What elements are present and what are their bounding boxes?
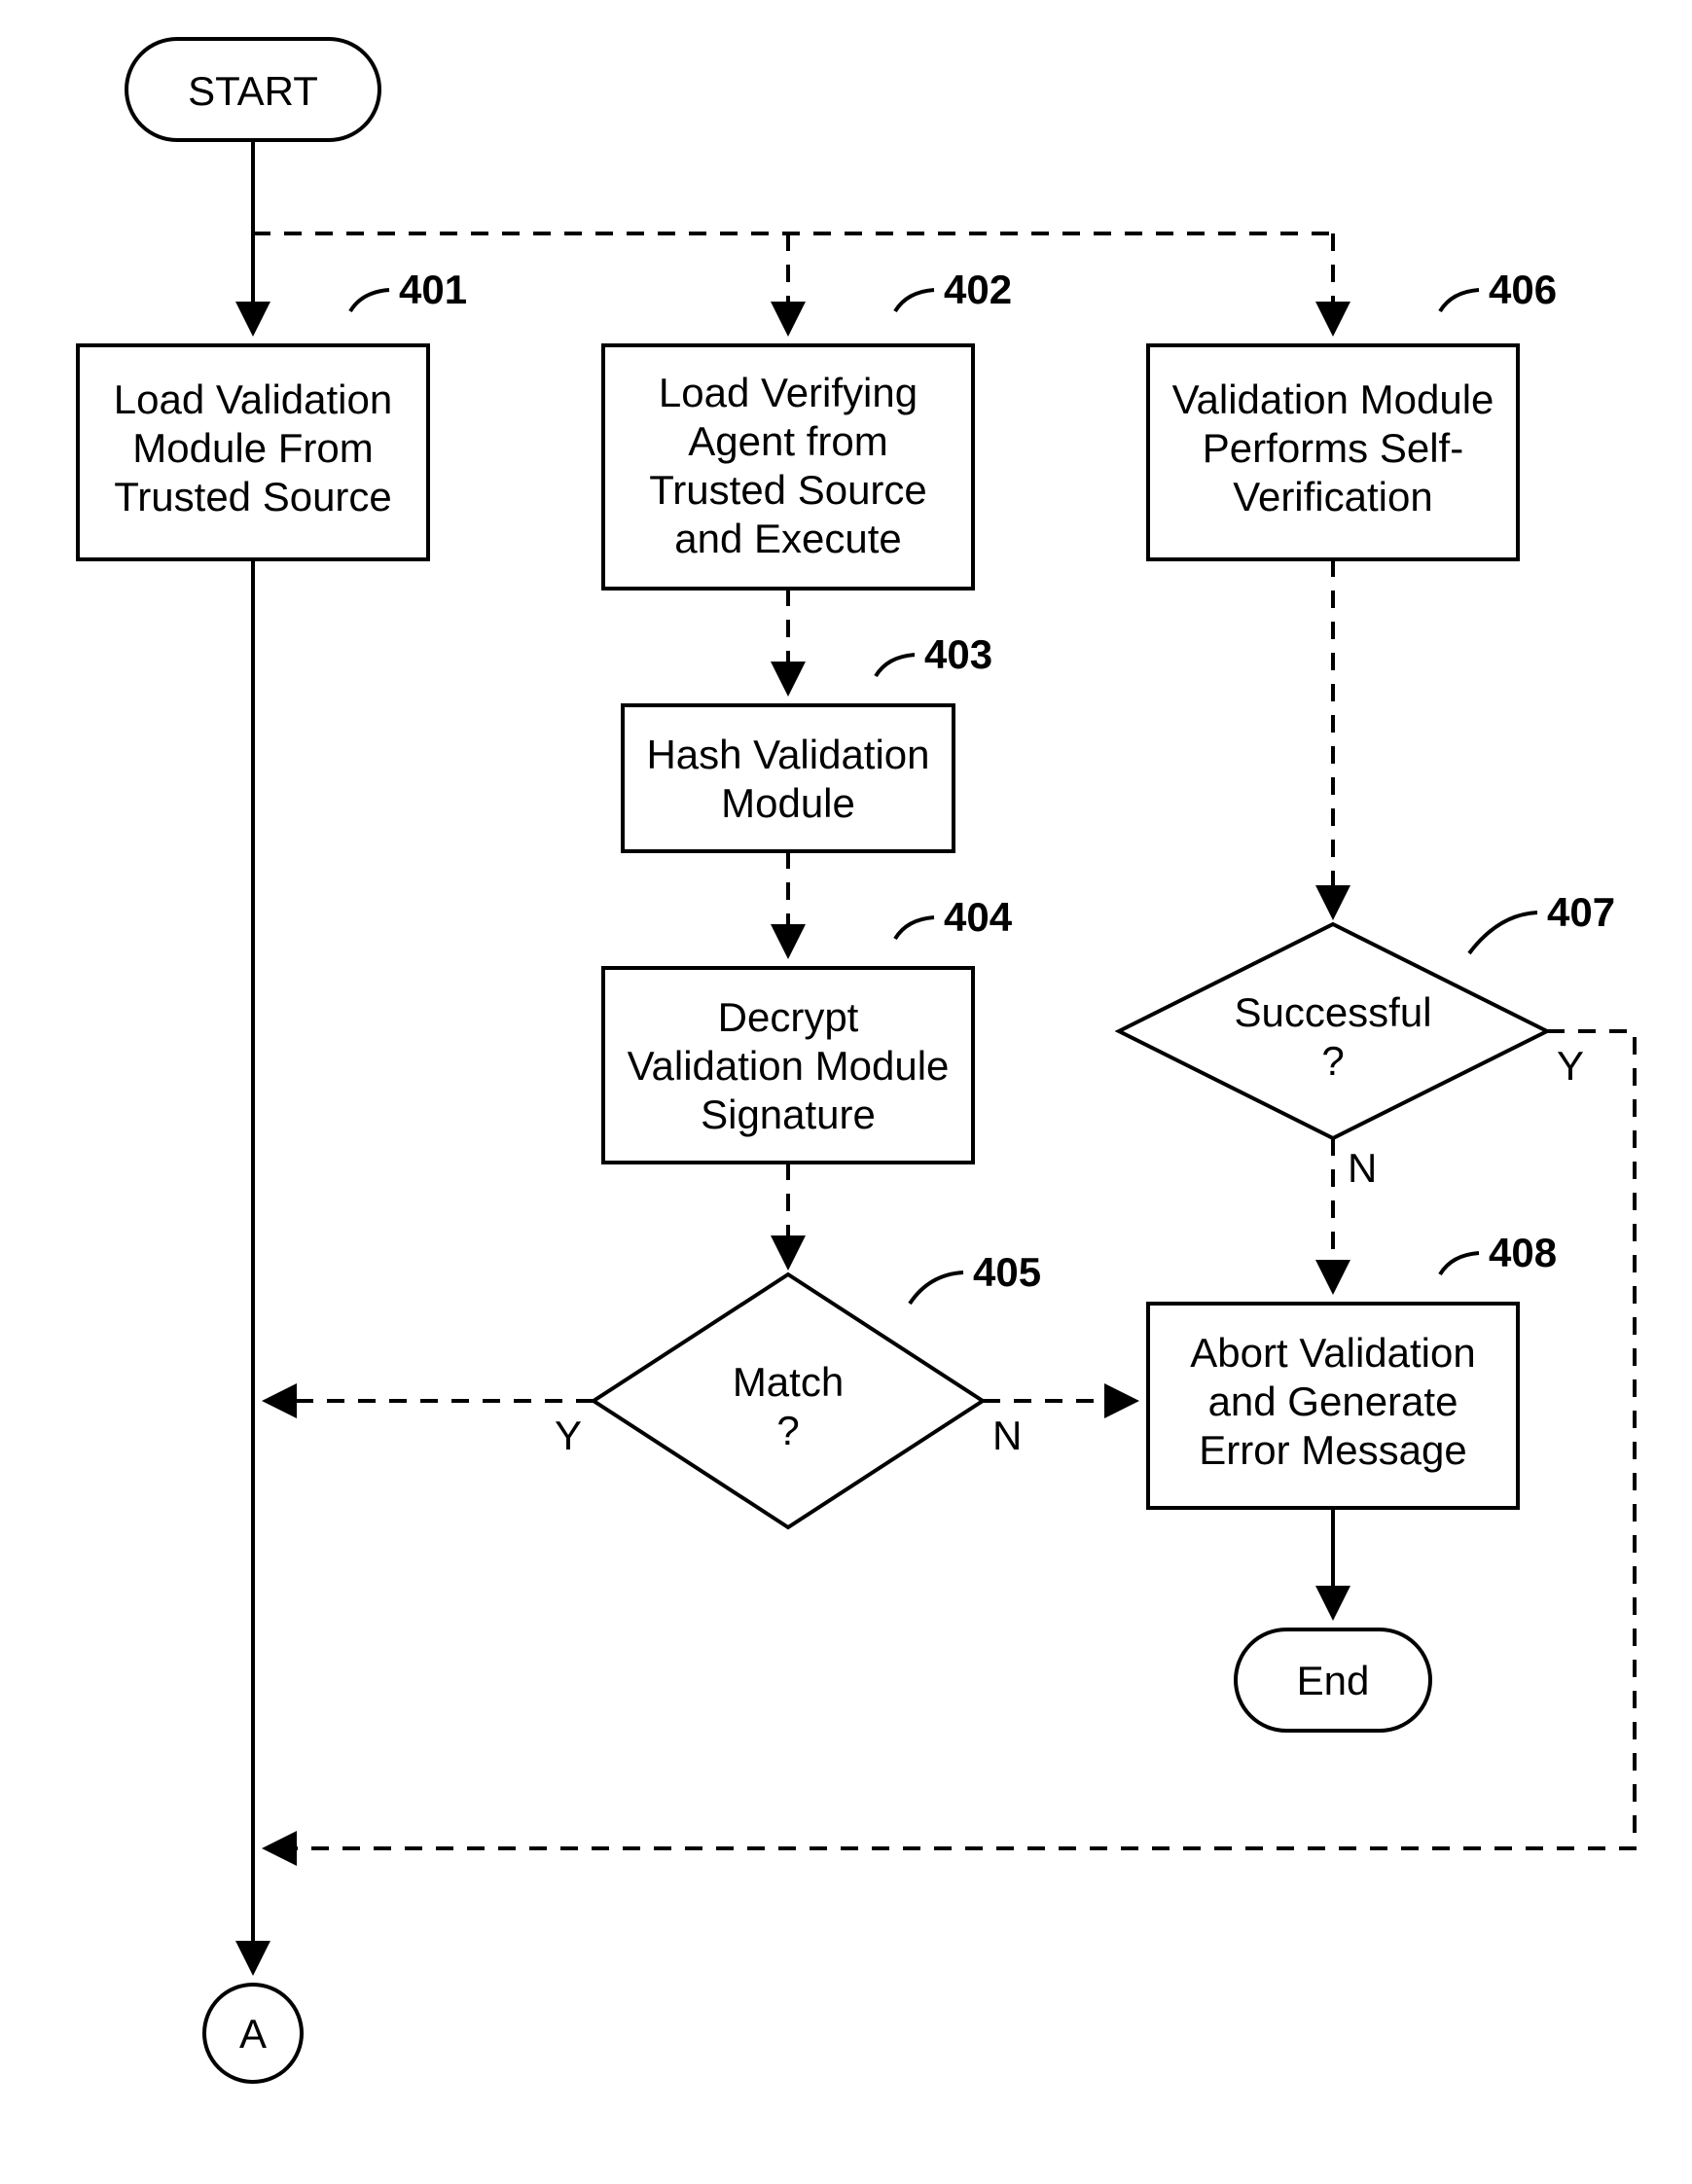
t408-2: and Generate bbox=[1208, 1378, 1458, 1424]
callout-404 bbox=[895, 917, 934, 939]
t406-2: Performs Self- bbox=[1203, 425, 1463, 471]
t403-1: Hash Validation bbox=[646, 732, 929, 777]
t401-1: Load Validation bbox=[114, 376, 392, 422]
t404-2: Validation Module bbox=[628, 1043, 950, 1089]
connector-A-label: A bbox=[239, 2011, 267, 2057]
t406-1: Validation Module bbox=[1172, 376, 1494, 422]
end-label: End bbox=[1297, 1658, 1370, 1703]
label-403: 403 bbox=[924, 631, 992, 677]
branch-407-N: N bbox=[1348, 1145, 1377, 1191]
branch-405-Y: Y bbox=[555, 1413, 582, 1458]
t401-3: Trusted Source bbox=[114, 474, 392, 519]
label-407: 407 bbox=[1547, 889, 1615, 935]
t404-3: Signature bbox=[701, 1092, 876, 1137]
callout-403 bbox=[876, 655, 915, 676]
t408-1: Abort Validation bbox=[1190, 1330, 1475, 1376]
t402-4: and Execute bbox=[674, 516, 902, 561]
callout-408 bbox=[1440, 1253, 1479, 1274]
label-402: 402 bbox=[944, 267, 1012, 312]
callout-402 bbox=[895, 290, 934, 311]
t406-3: Verification bbox=[1233, 474, 1432, 519]
t407-2: ? bbox=[1321, 1038, 1344, 1084]
t402-2: Agent from bbox=[688, 418, 887, 464]
callout-406 bbox=[1440, 290, 1479, 311]
t402-1: Load Verifying bbox=[659, 370, 918, 415]
label-406: 406 bbox=[1489, 267, 1557, 312]
t404-1: Decrypt bbox=[718, 994, 859, 1040]
t405-2: ? bbox=[776, 1408, 799, 1453]
step-403 bbox=[623, 705, 954, 851]
branch-407-Y: Y bbox=[1557, 1043, 1584, 1089]
t402-3: Trusted Source bbox=[649, 467, 927, 513]
label-405: 405 bbox=[973, 1249, 1041, 1295]
callout-401 bbox=[350, 290, 389, 311]
t403-2: Module bbox=[721, 780, 855, 826]
start-label: START bbox=[188, 68, 318, 114]
t407-1: Successful bbox=[1234, 989, 1431, 1035]
callout-407 bbox=[1469, 913, 1537, 953]
label-408: 408 bbox=[1489, 1230, 1557, 1275]
t405-1: Match bbox=[733, 1359, 844, 1405]
t408-3: Error Message bbox=[1199, 1427, 1466, 1473]
label-401: 401 bbox=[399, 267, 467, 312]
label-404: 404 bbox=[944, 894, 1013, 940]
callout-405 bbox=[910, 1272, 963, 1304]
branch-405-N: N bbox=[992, 1413, 1022, 1458]
t401-2: Module From bbox=[132, 425, 373, 471]
